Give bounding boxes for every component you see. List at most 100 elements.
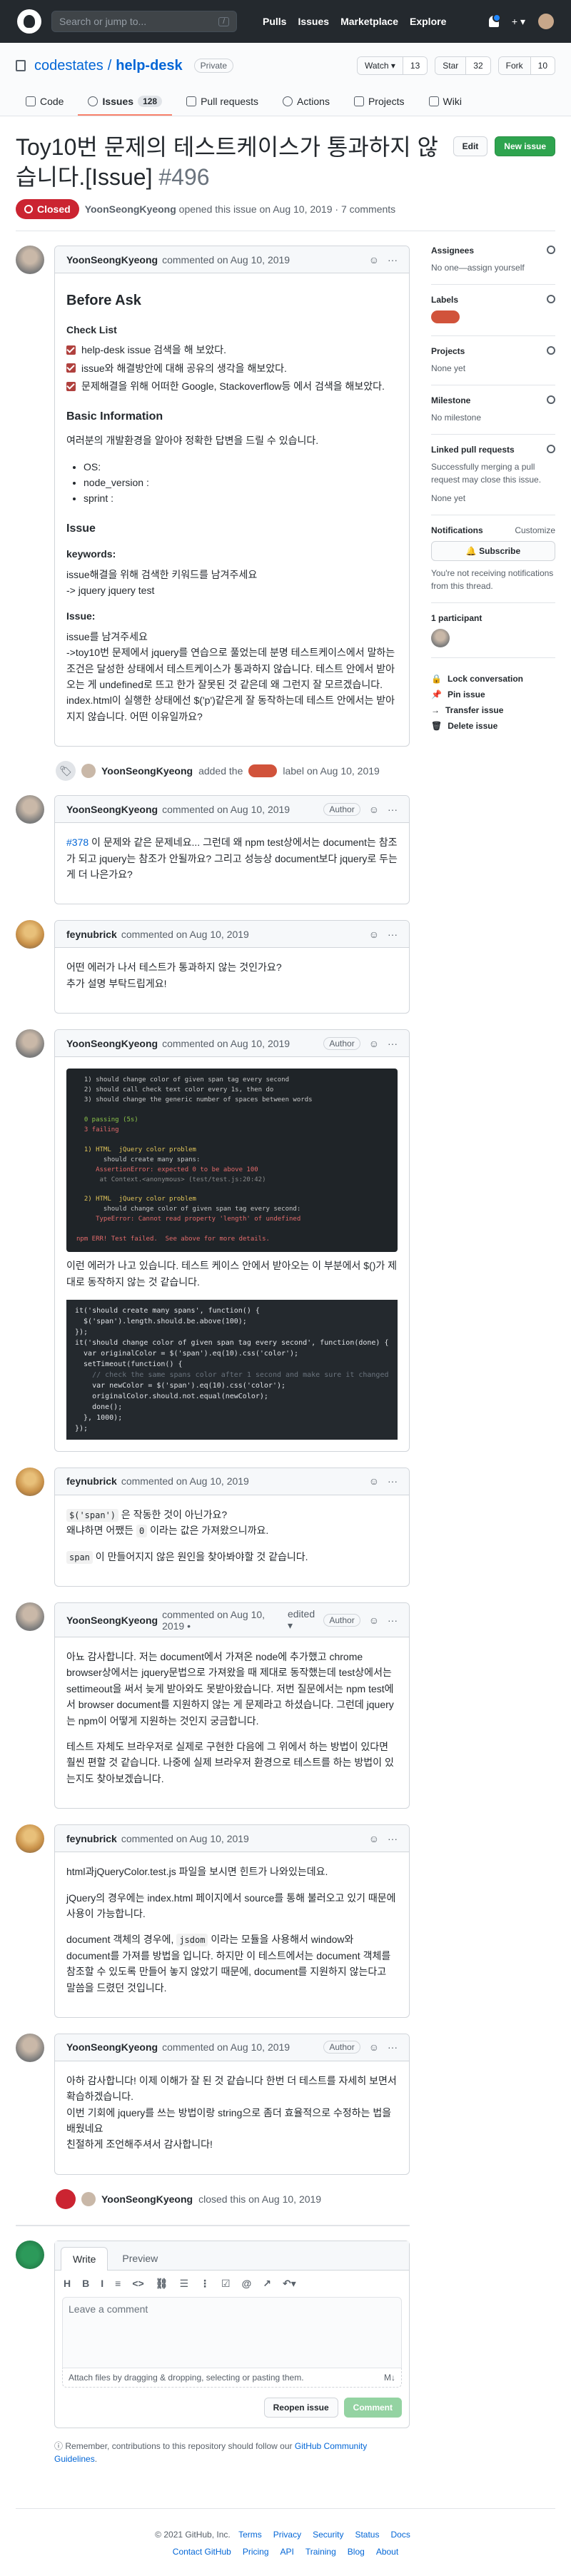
footer-link[interactable]: Security [313,2530,343,2540]
comment-author[interactable]: YoonSeongKyeong [66,254,158,266]
emoji-reaction-icon[interactable]: ☺ [369,254,379,266]
fork-button[interactable]: Fork 10 [497,56,555,75]
nav-issues[interactable]: Issues [298,16,329,27]
comment-author[interactable]: YoonSeongKyeong [66,2041,158,2053]
comment-button[interactable]: Comment [343,2397,402,2418]
gear-icon[interactable] [547,346,555,355]
comment-date[interactable]: commented on Aug 10, 2019 [121,1475,249,1487]
comment-author[interactable]: feynubrick [66,1475,117,1487]
comment-date[interactable]: commented on Aug 10, 2019 [121,929,249,940]
issue-author-link[interactable]: YoonSeongKyeong [85,203,176,215]
comment-author[interactable]: YoonSeongKyeong [66,1038,158,1049]
footer-link[interactable]: Blog [348,2547,365,2557]
issue-label[interactable] [431,310,460,323]
checkbox-checked-icon[interactable] [66,345,76,355]
tab-code[interactable]: Code [16,89,74,116]
comment-author[interactable]: feynubrick [66,1833,117,1844]
footer-link[interactable]: Privacy [273,2530,301,2540]
footer-link[interactable]: Docs [390,2530,410,2540]
comment-date[interactable]: commented on Aug 10, 2019 [162,804,290,815]
more-options-icon[interactable]: ··· [388,1038,398,1049]
more-options-icon[interactable]: ··· [388,929,398,940]
tab-actions[interactable]: Actions [273,89,340,116]
search-input[interactable]: Search or jump to... / [51,11,237,32]
quote-icon[interactable]: ≡ [115,2278,121,2290]
saved-replies-icon[interactable]: ↶▾ [283,2278,296,2290]
more-options-icon[interactable]: ··· [388,1475,398,1487]
nav-explore[interactable]: Explore [410,16,446,27]
avatar[interactable] [16,1467,44,1496]
avatar[interactable] [16,246,44,274]
gear-icon[interactable] [547,295,555,303]
emoji-reaction-icon[interactable]: ☺ [369,929,379,940]
comment-date[interactable]: commented on Aug 10, 2019 [162,1038,290,1049]
notifications-bell-icon[interactable] [488,14,501,27]
issue-label[interactable] [248,764,278,778]
avatar[interactable] [16,1029,44,1059]
avatar[interactable] [16,1602,44,1632]
footer-link[interactable]: About [376,2547,398,2557]
reference-icon[interactable]: ↗ [263,2278,271,2290]
italic-icon[interactable]: I [101,2278,103,2290]
heading-icon[interactable]: H [64,2278,71,2290]
attach-files-area[interactable]: Attach files by dragging & dropping, sel… [62,2368,402,2388]
numbered-list-icon[interactable]: ⋮ [200,2278,210,2290]
edit-title-button[interactable]: Edit [453,136,488,156]
footer-link[interactable]: API [281,2547,294,2557]
bulleted-list-icon[interactable]: ☰ [179,2278,188,2290]
gear-icon[interactable] [547,445,555,453]
nav-pulls[interactable]: Pulls [263,16,286,27]
footer-link[interactable]: Training [305,2547,336,2557]
more-options-icon[interactable]: ··· [388,1833,398,1844]
nav-marketplace[interactable]: Marketplace [340,16,398,27]
lock-conversation-link[interactable]: 🔒 Lock conversation [431,674,555,684]
preview-tab[interactable]: Preview [111,2247,169,2270]
comment-date[interactable]: commented on Aug 10, 2019 • [162,1609,283,1632]
issue-reference-link[interactable]: #378 [66,837,89,848]
avatar[interactable] [16,920,44,949]
avatar[interactable] [16,795,44,824]
watch-button[interactable]: Watch ▾ 13 [356,56,428,75]
github-logo-icon[interactable] [17,9,41,34]
subscribe-button[interactable]: 🔔 Subscribe [431,541,555,561]
customize-link[interactable]: Customize [515,525,555,535]
comment-textarea[interactable]: Leave a comment [62,2296,402,2368]
footer-link[interactable]: Status [355,2530,379,2540]
emoji-reaction-icon[interactable]: ☺ [369,1475,379,1487]
comment-author[interactable]: YoonSeongKyeong [66,1615,158,1626]
footer-link[interactable]: Contact GitHub [173,2547,231,2557]
tab-wiki[interactable]: Wiki [419,89,472,116]
avatar[interactable] [81,764,96,779]
comment-date[interactable]: commented on Aug 10, 2019 [121,1833,249,1844]
star-button[interactable]: Star 32 [435,56,491,75]
comment-date[interactable]: commented on Aug 10, 2019 [162,2041,290,2053]
link-icon[interactable]: ⛓ [156,2278,168,2290]
tab-projects[interactable]: Projects [344,89,415,116]
comment-author[interactable]: feynubrick [66,929,117,940]
repo-owner-link[interactable]: codestates [34,58,103,74]
tab-issues[interactable]: Issues 128 [78,89,173,116]
comment-author[interactable]: YoonSeongKyeong [66,804,158,815]
edited-dropdown[interactable]: edited ▾ [288,1608,319,1632]
mention-icon[interactable]: @ [242,2278,252,2290]
transfer-issue-link[interactable]: → Transfer issue [431,705,555,715]
task-list-icon[interactable]: ☑ [221,2278,231,2290]
user-avatar-menu[interactable] [538,14,554,29]
emoji-reaction-icon[interactable]: ☺ [369,1833,379,1844]
footer-link[interactable]: Terms [238,2530,262,2540]
reopen-issue-button[interactable]: Reopen issue [263,2397,338,2418]
avatar[interactable] [16,1824,44,1854]
checkbox-checked-icon[interactable] [66,363,76,373]
write-tab[interactable]: Write [61,2246,108,2271]
bold-icon[interactable]: B [82,2278,89,2290]
create-new-menu[interactable]: + ▾ [512,16,525,28]
gear-icon[interactable] [547,395,555,404]
emoji-reaction-icon[interactable]: ☺ [369,1038,379,1049]
comment-date[interactable]: commented on Aug 10, 2019 [162,254,290,266]
gear-icon[interactable] [547,246,555,254]
avatar[interactable] [16,2033,44,2062]
more-options-icon[interactable]: ··· [388,2041,398,2053]
assignees-value[interactable]: No one—assign yourself [431,261,555,274]
emoji-reaction-icon[interactable]: ☺ [369,804,379,815]
checkbox-checked-icon[interactable] [66,381,76,391]
